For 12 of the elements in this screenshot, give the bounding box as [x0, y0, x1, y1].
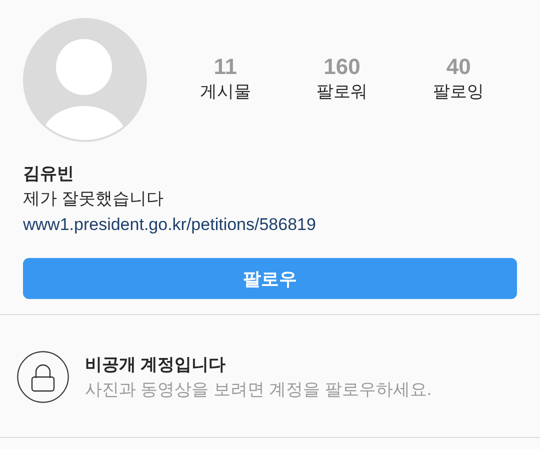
stat-label: 팔로워	[316, 81, 368, 103]
profile-link[interactable]: www1.president.go.kr/petitions/586819	[23, 212, 316, 238]
lock-icon	[17, 351, 69, 403]
stat-label: 게시물	[200, 81, 251, 103]
private-message: 사진과 동영상을 보려면 계정을 팔로우하세요.	[85, 379, 432, 401]
stat-label: 팔로잉	[433, 81, 484, 103]
profile-name: 김유빈	[23, 163, 74, 185]
bio-text: 제가 잘못했습니다	[23, 188, 164, 210]
stat-count: 160	[324, 54, 360, 80]
stat-count: 40	[446, 54, 471, 80]
stat-count: 11	[214, 54, 237, 80]
private-title: 비공개 계정입니다	[85, 354, 227, 376]
